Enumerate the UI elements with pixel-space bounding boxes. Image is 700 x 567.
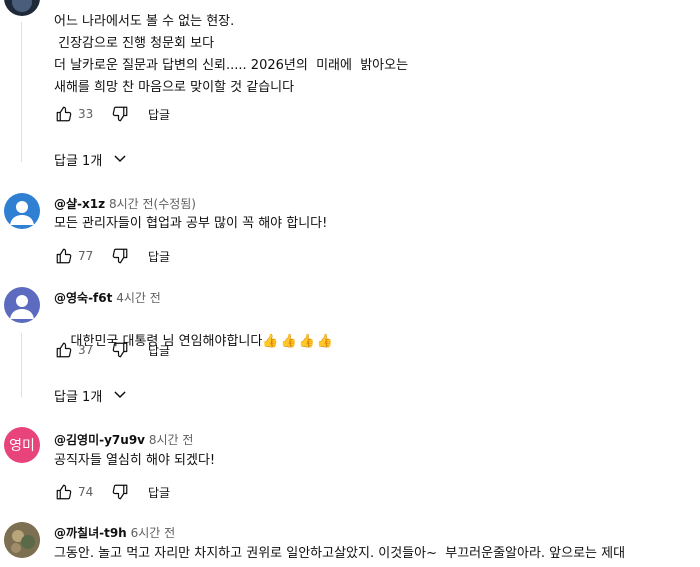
view-replies-button[interactable]: 답글 1개 [54, 383, 128, 407]
person-icon [10, 201, 34, 225]
like-count: 37 [78, 343, 94, 357]
comment-text: 공직자들 열심히 해야 되겠다! [54, 453, 216, 468]
person-icon [10, 295, 34, 319]
comment-time[interactable]: 6시간 전 [131, 526, 176, 540]
like-count: 33 [78, 107, 94, 121]
comment-line: 어느 나라에서도 볼 수 없는 현장. [54, 14, 235, 29]
dislike-icon[interactable] [110, 482, 130, 502]
avatar[interactable] [4, 193, 40, 229]
like-icon[interactable] [54, 104, 74, 124]
replies-label: 답글 1개 [54, 153, 103, 169]
comment-line: 더 날카로운 질문과 답변의 신뢰..... 2026년의 미래에 밝아오는 [54, 58, 409, 73]
author-handle[interactable]: @김영미-y7u9v [54, 433, 145, 447]
comment-4: 영미 @김영미-y7u9v 8시간 전 공직자들 열심히 해야 되겠다! 74 … [0, 427, 700, 507]
comment-3: @영숙-f6t 4시간 전 대한민국 대통령 님 연임해야합니다👍👍👍👍 37 … [0, 287, 700, 407]
author-handle[interactable]: @까칠녀-t9h [54, 526, 127, 540]
comment-meta: @영숙-f6t 4시간 전 [54, 289, 161, 306]
replies-label: 답글 1개 [54, 389, 103, 405]
like-icon[interactable] [54, 482, 74, 502]
like-count: 77 [78, 249, 94, 263]
like-icon[interactable] [54, 340, 74, 360]
comment-meta: @까칠녀-t9h 6시간 전 [54, 524, 175, 541]
avatar[interactable]: 영미 [4, 427, 40, 463]
comment-time[interactable]: 8시간 전(수정됨) [109, 197, 196, 211]
comment-actions: 77 답글 [54, 244, 170, 268]
comment-1: 어느 나라에서도 볼 수 없는 현장. 긴장감으로 진행 청문회 보다 더 날카… [0, 0, 700, 175]
comment-line: 긴장감으로 진행 청문회 보다 [54, 36, 215, 51]
comment-time[interactable]: 8시간 전 [149, 433, 194, 447]
reply-button[interactable]: 답글 [148, 248, 170, 265]
comment-actions: 74 답글 [54, 480, 170, 504]
avatar[interactable] [4, 522, 40, 558]
comment-2: @샬-x1z 8시간 전(수정됨) 모든 관리자들이 협업과 공부 많이 꼭 해… [0, 193, 700, 273]
photo-avatar-icon [4, 522, 40, 558]
reply-button[interactable]: 답글 [148, 342, 170, 359]
author-handle[interactable]: @샬-x1z [54, 197, 105, 211]
reply-button[interactable]: 답글 [148, 484, 170, 501]
reply-button[interactable]: 답글 [148, 106, 170, 123]
view-replies-button[interactable]: 답글 1개 [54, 147, 128, 171]
avatar[interactable] [4, 287, 40, 323]
comment-meta: @김영미-y7u9v 8시간 전 [54, 431, 193, 448]
thread-line [21, 333, 22, 397]
comment-meta: @샬-x1z 8시간 전(수정됨) [54, 195, 196, 212]
person-icon [12, 0, 32, 12]
comment-actions: 33 답글 [54, 102, 170, 126]
emoji-thumbs: 👍👍👍👍 [262, 334, 336, 349]
comment-text: 모든 관리자들이 협업과 공부 많이 꼭 해야 합니다! [54, 216, 328, 231]
dislike-icon[interactable] [110, 340, 130, 360]
like-icon[interactable] [54, 246, 74, 266]
dislike-icon[interactable] [110, 246, 130, 266]
thread-line [21, 22, 22, 162]
comment-actions: 37 답글 [54, 338, 170, 362]
comment-text: 어느 나라에서도 볼 수 없는 현장. 긴장감으로 진행 청문회 보다 더 날카… [54, 11, 408, 99]
comment-time[interactable]: 4시간 전 [116, 291, 161, 305]
comment-text: 그동안. 놀고 먹고 자리만 차지하고 권위로 일안하고살았지. 이것들아~ 부… [54, 546, 626, 561]
chevron-down-icon [112, 151, 128, 167]
dislike-icon[interactable] [110, 104, 130, 124]
avatar[interactable] [4, 0, 40, 16]
like-count: 74 [78, 485, 94, 499]
author-handle[interactable]: @영숙-f6t [54, 291, 112, 305]
comment-5: @까칠녀-t9h 6시간 전 그동안. 놀고 먹고 자리만 차지하고 권위로 일… [0, 522, 700, 567]
comment-line: 새해를 희망 찬 마음으로 맞이할 것 같습니다 [54, 80, 295, 95]
chevron-down-icon [112, 387, 128, 403]
avatar-initials: 영미 [9, 438, 35, 454]
